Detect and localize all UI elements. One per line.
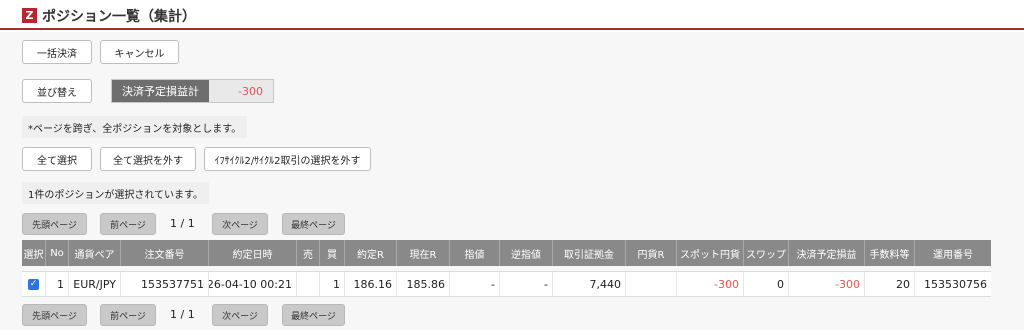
pager-next-button[interactable]: 次ページ (212, 213, 268, 235)
cell-pair: EUR/JPY (69, 272, 121, 296)
sort-button[interactable]: 並び替え (22, 79, 92, 103)
col-order-no: 注文番号 (121, 240, 209, 266)
col-swap: スワップ (744, 240, 789, 266)
row-select-cell: ✓ (22, 272, 46, 296)
cell-buy: 1 (320, 272, 345, 296)
cell-fee: 20 (865, 272, 915, 296)
pager-last-button-bottom[interactable]: 最終ページ (282, 304, 345, 326)
cancel-button[interactable]: キャンセル (100, 40, 179, 64)
row-checkbox[interactable]: ✓ (28, 278, 39, 290)
cell-swap: 0 (744, 272, 789, 296)
cell-limit: - (450, 272, 500, 296)
brand-logo-icon: Z (22, 8, 37, 23)
col-margin: 取引証拠金 (553, 240, 626, 266)
pager-first-button-bottom[interactable]: 先頭ページ (22, 304, 87, 326)
cell-sell (297, 272, 320, 296)
pager-info-bottom: 1 / 1 (170, 308, 195, 321)
header: Z ポジション一覧（集計） (0, 0, 1024, 30)
col-contract-rate: 約定R (345, 240, 397, 266)
cell-planned-pl: -300 (789, 272, 865, 296)
col-op-no: 運用番号 (933, 249, 973, 261)
cross-page-note: *ページを跨ぎ、全ポジションを対象とします。 (22, 116, 248, 138)
cell-datetime: 26-04-10 00:21 (209, 272, 297, 296)
col-planned-pl: 決済予定損益 (789, 240, 865, 266)
select-all-button[interactable]: 全て選択 (22, 147, 92, 171)
selected-count-note: 1件のポジションが選択されています。 (22, 182, 210, 204)
col-select: 選択 (22, 240, 46, 266)
pager-first-button[interactable]: 先頭ページ (22, 213, 87, 235)
cell-stop: - (500, 272, 553, 296)
col-buy: 買 (320, 240, 345, 266)
deselect-all-button[interactable]: 全て選択を外す (100, 147, 196, 171)
col-no: No (46, 240, 69, 266)
col-datetime: 約定日時 (209, 240, 297, 266)
col-current-rate: 現在R (397, 240, 450, 266)
cell-spot-yen: -300 (677, 272, 744, 296)
pager-info: 1 / 1 (170, 217, 195, 230)
col-fee: 手数料等 (865, 240, 915, 266)
cell-op-no: 153530756 (924, 277, 987, 291)
deselect-cycle-button[interactable]: ｲﾌｻｲｸﾙ2/ｻｲｸﾙ2取引の選択を外す (204, 147, 371, 171)
pager-last-button[interactable]: 最終ページ (282, 213, 345, 235)
col-pair: 通貨ペア (69, 240, 121, 266)
col-spot-yen: スポット円貨 (677, 240, 744, 266)
page-title: ポジション一覧（集計） (42, 9, 196, 25)
pager-prev-button-bottom[interactable]: 前ページ (100, 304, 156, 326)
col-sell: 売 (297, 240, 320, 266)
cell-margin: 7,440 (553, 272, 626, 296)
bulk-settle-button[interactable]: 一括決済 (22, 40, 92, 64)
col-limit: 指値 (450, 240, 500, 266)
table-row: ✓ 1 EUR/JPY 153537751 26-04-10 00:21 1 1… (22, 271, 991, 297)
cell-current-rate: 185.86 (397, 272, 450, 296)
planned-pl-total-label: 決済予定損益計 (112, 80, 209, 102)
cell-no: 1 (46, 272, 69, 296)
col-yen-rate: 円貨R (626, 240, 677, 266)
pager-prev-button[interactable]: 前ページ (100, 213, 156, 235)
cell-contract-rate: 186.16 (345, 272, 397, 296)
cell-yen-rate (626, 272, 677, 296)
col-stop: 逆指値 (500, 240, 553, 266)
planned-pl-total-value: -300 (209, 80, 273, 102)
positions-table-header: 選択 No 通貨ペア 注文番号 約定日時 売 買 約定R 現在R 指値 逆指値 … (22, 240, 991, 266)
cell-order-no: 153537751 (121, 272, 209, 296)
pager-next-button-bottom[interactable]: 次ページ (212, 304, 268, 326)
planned-pl-total: 決済予定損益計 -300 (111, 79, 274, 103)
